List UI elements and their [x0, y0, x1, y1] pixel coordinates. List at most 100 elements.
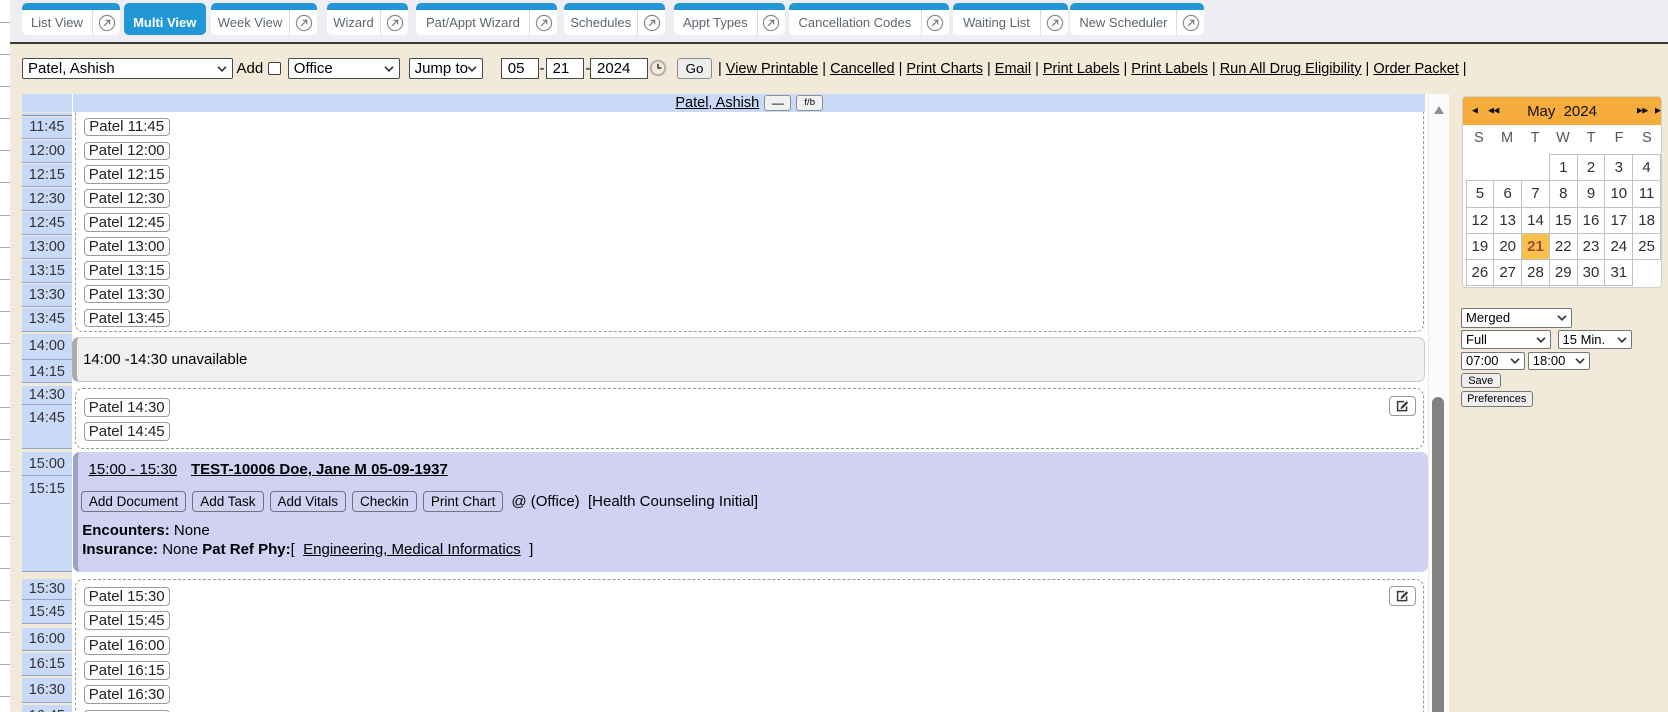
- toolbar-link-run-all-drug-eligibility[interactable]: Run All Drug Eligibility: [1220, 61, 1362, 77]
- calendar-day-24[interactable]: 24: [1605, 233, 1633, 259]
- day-input[interactable]: 21: [546, 58, 584, 80]
- tab-week-view[interactable]: Week View: [211, 3, 318, 35]
- print-chart-button[interactable]: Print Chart: [423, 491, 504, 513]
- tab-list-view[interactable]: List View: [22, 3, 120, 35]
- appointment-patient-link[interactable]: TEST-10006 Doe, Jane M 05-09-1937: [191, 461, 448, 478]
- calendar-day-2[interactable]: 2: [1577, 155, 1605, 181]
- calendar-day-12[interactable]: 12: [1466, 207, 1494, 233]
- calendar-day-4[interactable]: 4: [1633, 155, 1661, 181]
- calendar-day-13[interactable]: 13: [1494, 207, 1522, 233]
- open-in-new-window-icon[interactable]: [637, 10, 665, 35]
- calendar-day-29[interactable]: 29: [1549, 260, 1577, 286]
- calendar-day-31[interactable]: 31: [1605, 260, 1633, 286]
- slot-button-patel-12-30[interactable]: Patel 12:30: [84, 189, 170, 208]
- open-in-new-window-icon[interactable]: [380, 10, 408, 35]
- open-in-new-window-icon[interactable]: [289, 10, 317, 35]
- clock-icon[interactable]: [649, 59, 667, 77]
- tab-wizard[interactable]: Wizard: [327, 3, 409, 35]
- year-input[interactable]: 2024: [590, 58, 648, 80]
- calendar-day-18[interactable]: 18: [1633, 207, 1661, 233]
- calendar-day-28[interactable]: 28: [1522, 260, 1550, 286]
- tab-schedules[interactable]: Schedules: [564, 3, 665, 35]
- slot-button-patel-13-30[interactable]: Patel 13:30: [84, 285, 170, 304]
- calendar-day-14[interactable]: 14: [1522, 207, 1550, 233]
- open-in-new-window-icon[interactable]: [529, 10, 557, 35]
- calendar-day-30[interactable]: 30: [1577, 260, 1605, 286]
- tab-waiting-list[interactable]: Waiting List: [953, 3, 1068, 35]
- open-in-new-window-icon[interactable]: [921, 10, 949, 35]
- zoom-select[interactable]: Full: [1461, 330, 1551, 350]
- calendar-day-6[interactable]: 6: [1494, 181, 1522, 207]
- calendar-day-8[interactable]: 8: [1549, 181, 1577, 207]
- open-in-new-window-icon[interactable]: [1040, 10, 1068, 35]
- toolbar-link-print-labels[interactable]: Print Labels: [1043, 61, 1120, 77]
- fb-button[interactable]: f/b: [796, 95, 823, 112]
- go-button[interactable]: Go: [677, 58, 712, 79]
- slot-button-patel-12-00[interactable]: Patel 12:00: [84, 142, 170, 161]
- toolbar-link-view-printable[interactable]: View Printable: [726, 61, 818, 77]
- tab-multi-view[interactable]: Multi View: [124, 3, 206, 35]
- add-document-button[interactable]: Add Document: [81, 491, 186, 513]
- calendar-day-10[interactable]: 10: [1605, 181, 1633, 207]
- appointment-time-link[interactable]: 15:00 - 15:30: [89, 461, 177, 478]
- calendar-day-17[interactable]: 17: [1605, 207, 1633, 233]
- calendar-day-11[interactable]: 11: [1633, 181, 1661, 207]
- edit-availability-button[interactable]: [1389, 396, 1416, 416]
- slot-button-patel-16-30[interactable]: Patel 16:30: [84, 685, 170, 704]
- slot-button-patel-15-30[interactable]: Patel 15:30: [84, 587, 170, 606]
- edit-availability-button[interactable]: [1389, 586, 1416, 606]
- add-vitals-button[interactable]: Add Vitals: [270, 491, 347, 513]
- calendar-day-16[interactable]: 16: [1577, 207, 1605, 233]
- calendar-day-7[interactable]: 7: [1522, 181, 1550, 207]
- save-button[interactable]: Save: [1461, 373, 1501, 388]
- tab-appt-types[interactable]: Appt Types: [674, 3, 785, 35]
- toolbar-link-print-labels-2[interactable]: Print Labels: [1131, 61, 1208, 77]
- jump-to-select[interactable]: Jump to: [409, 58, 483, 79]
- slot-button-patel-14-45[interactable]: Patel 14:45: [84, 422, 170, 441]
- toolbar-link-print-charts[interactable]: Print Charts: [906, 61, 983, 77]
- calendar-day-1[interactable]: 1: [1549, 155, 1577, 181]
- calendar-day-9[interactable]: 9: [1577, 181, 1605, 207]
- slot-button-patel-14-30[interactable]: Patel 14:30: [84, 398, 170, 417]
- calendar-day-19[interactable]: 19: [1466, 233, 1494, 259]
- slot-button-patel-16-15[interactable]: Patel 16:15: [84, 661, 170, 680]
- slot-button-patel-13-00[interactable]: Patel 13:00: [84, 237, 170, 256]
- scrollbar-up-arrow[interactable]: [1434, 106, 1444, 114]
- calendar-next-month-icon[interactable]: ►: [1653, 106, 1658, 117]
- open-in-new-window-icon[interactable]: [757, 10, 785, 35]
- toolbar-link-cancelled[interactable]: Cancelled: [830, 61, 895, 77]
- slot-button-patel-15-45[interactable]: Patel 15:45: [84, 611, 170, 630]
- slot-button-patel-13-45[interactable]: Patel 13:45: [84, 309, 170, 328]
- slot-button-patel-11-45[interactable]: Patel 11:45: [84, 118, 170, 137]
- calendar-day-23[interactable]: 23: [1577, 233, 1605, 259]
- calendar-day-3[interactable]: 3: [1605, 155, 1633, 181]
- slot-button-patel-16-00[interactable]: Patel 16:00: [84, 636, 170, 655]
- facility-select[interactable]: Office: [288, 58, 400, 79]
- calendar-day-25[interactable]: 25: [1633, 233, 1661, 259]
- scrollbar-thumb[interactable]: [1432, 397, 1444, 712]
- slot-button-patel-12-15[interactable]: Patel 12:15: [84, 165, 170, 184]
- slot-button-patel-12-45[interactable]: Patel 12:45: [84, 213, 170, 232]
- calendar-day-selected-21[interactable]: 21: [1522, 233, 1550, 259]
- interval-select[interactable]: 15 Min.: [1558, 330, 1632, 350]
- toolbar-link-order-packet[interactable]: Order Packet: [1373, 61, 1458, 77]
- tab-cancellation-codes[interactable]: Cancellation Codes: [789, 3, 948, 35]
- add-task-button[interactable]: Add Task: [192, 491, 263, 513]
- view-mode-select[interactable]: Merged: [1461, 308, 1572, 328]
- tab-new-scheduler[interactable]: New Scheduler: [1070, 3, 1204, 35]
- toolbar-link-email[interactable]: Email: [995, 61, 1031, 77]
- open-in-new-window-icon[interactable]: [92, 10, 120, 35]
- add-checkbox[interactable]: [268, 62, 281, 75]
- minimize-column-button[interactable]: —: [764, 95, 791, 112]
- calendar-day-26[interactable]: 26: [1466, 260, 1494, 286]
- preferences-button[interactable]: Preferences: [1461, 391, 1533, 407]
- referring-physician-link[interactable]: Engineering, Medical Informatics: [303, 541, 521, 558]
- open-in-new-window-icon[interactable]: [1176, 10, 1204, 35]
- calendar-day-27[interactable]: 27: [1494, 260, 1522, 286]
- slot-button-patel-13-15[interactable]: Patel 13:15: [84, 261, 170, 280]
- tab-pat-appt-wizard[interactable]: Pat/Appt Wizard: [416, 3, 557, 35]
- checkin-button[interactable]: Checkin: [352, 491, 417, 513]
- calendar-next-year-icon[interactable]: ►►: [1635, 106, 1646, 117]
- end-time-select[interactable]: 18:00: [1528, 352, 1591, 371]
- calendar-day-22[interactable]: 22: [1549, 233, 1577, 259]
